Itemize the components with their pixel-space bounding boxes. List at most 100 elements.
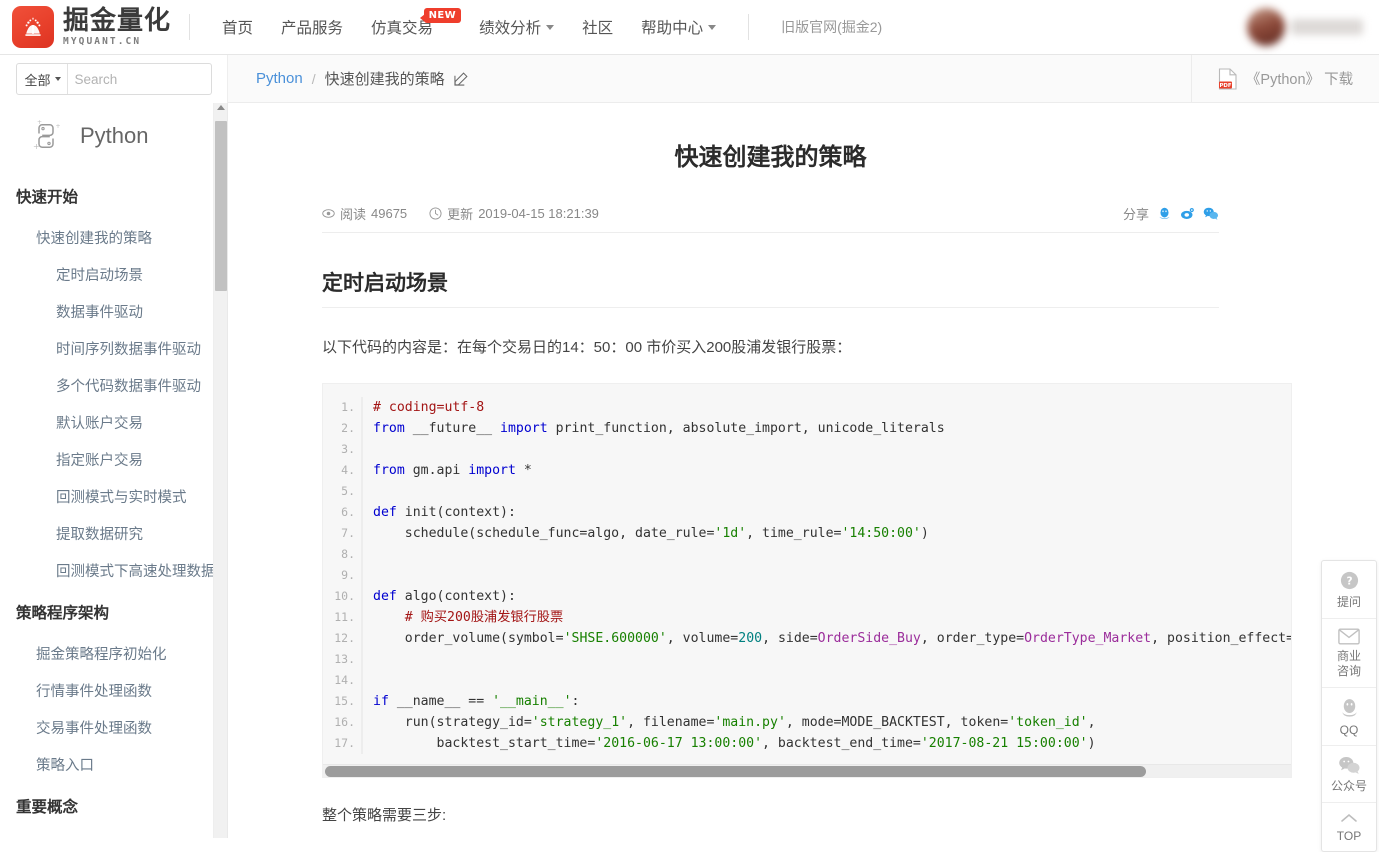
- code-block: 1. # coding=utf-8 2. from __future__ import…: [322, 383, 1292, 778]
- sidebar-item[interactable]: 定时启动场景: [0, 256, 227, 293]
- doc-sidebar: + + + Python 快速开始快速创建我的策略 定时启动场景 数据事件驱动 时间序…: [0, 103, 228, 838]
- nav-item-products[interactable]: 产品服务: [267, 0, 357, 54]
- wechat-icon: [1324, 755, 1374, 775]
- sidebar-group-title: 快速开始: [16, 189, 79, 206]
- share-label: 分享: [1122, 207, 1149, 222]
- support-item-label: 公众号: [1330, 779, 1367, 793]
- chevron-up-icon: [1324, 812, 1374, 825]
- code-line: 10. def algo(context):: [323, 586, 1291, 607]
- sidebar-item[interactable]: 策略入口: [0, 746, 227, 783]
- breadcrumb-separator: /: [311, 70, 316, 87]
- code-line-content: if __name__ == '__main__':: [373, 694, 580, 709]
- site-logo[interactable]: 掘金量化 MYQUANT.CN: [0, 6, 171, 48]
- main-nav: 首页 产品服务 仿真交易 NEW 绩效分析 社区 帮助中心: [208, 0, 730, 54]
- nav-item-simulated-trading[interactable]: 仿真交易 NEW: [357, 0, 462, 54]
- search-scope-dropdown[interactable]: 全部: [17, 64, 68, 94]
- code-line-content: run(strategy_id='strategy_1', filename='…: [373, 715, 1096, 730]
- sidebar-item[interactable]: 时间序列数据事件驱动: [0, 330, 227, 367]
- code-scrollbar-thumb[interactable]: [325, 766, 1147, 777]
- qq-penguin-icon: [1324, 697, 1374, 719]
- code-line-number: 15.: [323, 691, 363, 712]
- sidebar-item[interactable]: 提取数据研究: [0, 515, 227, 552]
- sidebar-item[interactable]: 快速创建我的策略: [0, 219, 227, 256]
- chevron-down-icon: [54, 77, 61, 81]
- support-item-question[interactable]: ? 提问: [1322, 561, 1376, 619]
- nav-label: 社区: [582, 20, 614, 37]
- header-divider-2: [748, 14, 750, 40]
- sidebar-item[interactable]: symbol - 代码标识: [0, 829, 227, 838]
- sidebar-item[interactable]: 交易事件处理函数: [0, 709, 227, 746]
- header-divider-1: [189, 14, 191, 40]
- code-line-content: from __future__ import print_function, a…: [373, 421, 945, 436]
- logo-tree-icon: [12, 6, 54, 48]
- support-item-wechat[interactable]: 公众号: [1322, 746, 1376, 803]
- username-label: [1291, 19, 1363, 35]
- search-area: 全部: [0, 55, 228, 103]
- clock-icon: [429, 207, 442, 220]
- article-meta: 阅读 49675 更新 2019-04-15 18:21:39 分享: [322, 204, 1219, 233]
- sidebar-item[interactable]: 多个代码数据事件驱动: [0, 367, 227, 404]
- support-item-qq[interactable]: QQ: [1322, 688, 1376, 746]
- section-heading: 定时启动场景: [322, 267, 1219, 308]
- support-item-back-to-top[interactable]: TOP: [1322, 803, 1376, 851]
- sidebar-item[interactable]: 回测模式下高速处理数据: [0, 552, 227, 589]
- pdf-icon: PDF: [1218, 67, 1238, 90]
- page-title: 快速创建我的策略: [674, 144, 867, 171]
- share-icons: [1157, 206, 1219, 221]
- code-line-number: 10.: [323, 586, 363, 607]
- code-line-number: 14.: [323, 670, 363, 691]
- breadcrumb-root[interactable]: Python: [256, 70, 303, 87]
- code-line: 6. def init(context):: [323, 502, 1291, 523]
- nav-item-performance[interactable]: 绩效分析: [465, 0, 568, 54]
- sidebar-scrollbar[interactable]: [213, 103, 227, 838]
- download-pdf-button[interactable]: PDF 《Python》 下载: [1191, 55, 1379, 103]
- sidebar-brand[interactable]: + + + Python: [0, 103, 227, 169]
- sidebar-item[interactable]: 回测模式与实时模式: [0, 478, 227, 515]
- code-line: 5.: [323, 481, 1291, 502]
- sidebar-item[interactable]: 掘金策略程序初始化: [0, 635, 227, 672]
- nav-item-help-center[interactable]: 帮助中心: [627, 0, 730, 54]
- support-item-business[interactable]: 商业 咨询: [1322, 619, 1376, 688]
- code-horizontal-scrollbar[interactable]: [323, 764, 1291, 777]
- sidebar-scrollbar-thumb[interactable]: [215, 121, 227, 291]
- code-line-number: 9.: [323, 565, 363, 586]
- sidebar-item[interactable]: 数据事件驱动: [0, 293, 227, 330]
- nav-label: 绩效分析: [479, 20, 542, 37]
- nav-item-home[interactable]: 首页: [208, 0, 267, 54]
- weibo-icon[interactable]: [1180, 206, 1195, 221]
- code-line-number: 3.: [323, 439, 363, 460]
- wechat-icon[interactable]: [1203, 206, 1219, 221]
- nav-item-community[interactable]: 社区: [568, 0, 627, 54]
- code-line-number: 4.: [323, 460, 363, 481]
- code-line: 13.: [323, 649, 1291, 670]
- code-line-content: from gm.api import *: [373, 463, 532, 478]
- eye-icon: [322, 207, 335, 220]
- code-line-number: 11.: [323, 607, 363, 628]
- edit-page-icon[interactable]: [454, 71, 469, 86]
- sidebar-item[interactable]: 默认账户交易: [0, 404, 227, 441]
- search-input[interactable]: [67, 71, 211, 87]
- code-line-content: # 购买200股浦发银行股票: [373, 610, 564, 625]
- logo-title-en: MYQUANT.CN: [63, 35, 142, 47]
- top-header: 掘金量化 MYQUANT.CN 首页 产品服务 仿真交易 NEW 绩效分析 社区…: [0, 0, 1379, 55]
- old-site-link[interactable]: 旧版官网(掘金2): [767, 17, 896, 37]
- code-line-number: 5.: [323, 481, 363, 502]
- user-account-area[interactable]: [1247, 8, 1363, 46]
- chevron-down-icon: [546, 24, 555, 30]
- intro-paragraph: 以下代码的内容是：在每个交易日的14：50：00 市价买入200股浦发银行股票：: [322, 339, 852, 356]
- support-item-label: QQ: [1339, 723, 1359, 737]
- qq-icon[interactable]: [1157, 206, 1172, 221]
- new-badge: NEW: [419, 8, 462, 23]
- code-line: 1. # coding=utf-8: [323, 397, 1291, 418]
- scroll-up-arrow-icon[interactable]: [217, 105, 225, 110]
- code-line: 3.: [323, 439, 1291, 460]
- updated-meta: 更新 2019-04-15 18:21:39: [429, 204, 599, 223]
- sidebar-item[interactable]: 指定账户交易: [0, 441, 227, 478]
- updated-label: 更新: [447, 207, 474, 222]
- code-line-content: order_volume(symbol='SHSE.600000', volum…: [373, 631, 1291, 646]
- code-line: 11. # 购买200股浦发银行股票: [323, 607, 1291, 628]
- python-logo-icon: + + +: [26, 116, 66, 156]
- avatar[interactable]: [1247, 8, 1285, 46]
- code-line: 4. from gm.api import *: [323, 460, 1291, 481]
- sidebar-item[interactable]: 行情事件处理函数: [0, 672, 227, 709]
